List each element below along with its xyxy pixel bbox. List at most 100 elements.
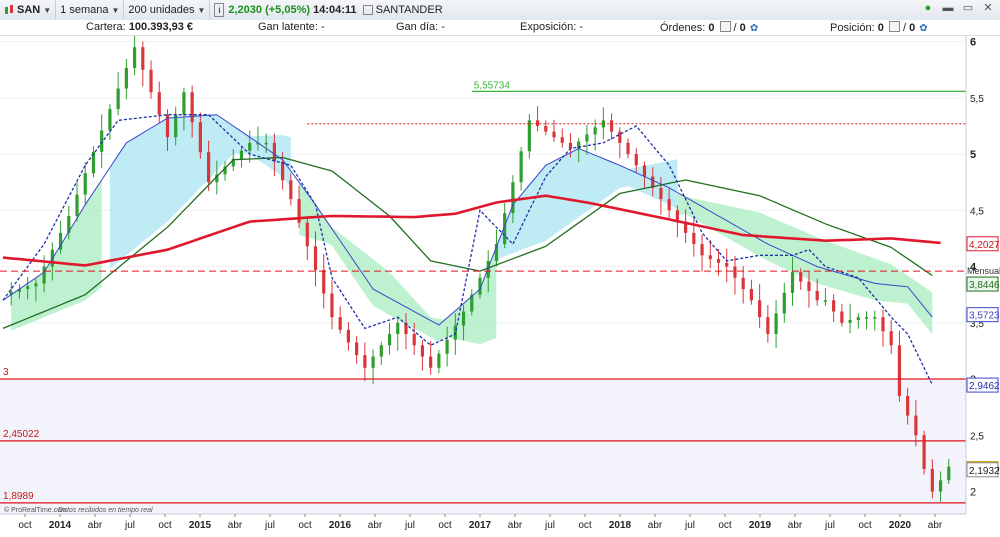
- gear-icon[interactable]: ✿: [750, 23, 758, 34]
- price-candle: [132, 47, 137, 68]
- cloud-area: [11, 180, 102, 331]
- info-icon[interactable]: i: [214, 3, 225, 17]
- restore-icon[interactable]: ▭: [962, 2, 974, 14]
- exposicion-label: Exposición:: [520, 21, 577, 33]
- gear-icon[interactable]: ✿: [919, 23, 927, 34]
- x-tick-label: abr: [88, 520, 103, 531]
- ordenes-value: 0: [708, 22, 715, 34]
- price-candle: [947, 466, 951, 481]
- gan-latente-info: Gan latente: -: [258, 21, 325, 33]
- price-candle: [881, 317, 885, 332]
- price-candle: [26, 286, 30, 290]
- price-candle: [848, 319, 852, 323]
- price-chart[interactable]: 5,5573432,450221,898965,554,543,532,524,…: [0, 34, 1000, 534]
- position-window-icon[interactable]: [888, 21, 900, 32]
- price-candle: [749, 289, 753, 301]
- minimize-icon[interactable]: ▬: [942, 2, 954, 14]
- price-candle: [264, 142, 268, 145]
- units-selector[interactable]: 200 unidades ▼: [124, 0, 211, 20]
- price-candle: [486, 260, 490, 278]
- ordenes-value-2: 0: [739, 22, 746, 34]
- price-candle: [938, 480, 943, 492]
- quote-display: i 2,2030 (+5,05%) 14:04:11 SANTANDER: [210, 0, 446, 20]
- price-candle: [889, 331, 893, 346]
- price-candle: [527, 120, 531, 152]
- price-candle: [396, 322, 400, 335]
- x-tick-label: abr: [648, 520, 663, 531]
- ma-dark-green-value: 3,8446: [969, 280, 1000, 291]
- posicion-value-2: 0: [909, 22, 916, 34]
- price-candle: [313, 246, 318, 270]
- x-tick-label: 2017: [469, 520, 492, 531]
- orders-window-icon[interactable]: [719, 21, 731, 32]
- price-candle: [248, 142, 252, 151]
- x-tick-label: abr: [928, 520, 943, 531]
- price-candle: [75, 194, 79, 216]
- x-tick-label: oct: [298, 520, 312, 531]
- chevron-down-icon: ▼: [197, 5, 206, 15]
- x-tick-label: abr: [508, 520, 523, 531]
- price-candle: [897, 345, 902, 396]
- price-candle: [461, 311, 466, 326]
- price-candle: [371, 356, 375, 368]
- level-1-9-line-label: 1,8989: [3, 491, 34, 502]
- x-tick-label: jul: [404, 520, 415, 531]
- x-tick-label: abr: [788, 520, 803, 531]
- x-tick-label: oct: [158, 520, 172, 531]
- y-tick-label: 6: [970, 37, 976, 49]
- price-candle: [626, 142, 630, 155]
- price-candle: [716, 259, 721, 263]
- price-candle: [157, 92, 161, 115]
- y-tick-label: 4,5: [970, 206, 984, 217]
- price-candle: [108, 109, 112, 131]
- price-candle: [429, 356, 433, 368]
- price-candle: [799, 272, 803, 282]
- price-candle: [363, 355, 367, 368]
- alert-icon[interactable]: ●: [922, 2, 934, 14]
- price-candle: [124, 67, 128, 89]
- period-label: 1 semana: [60, 4, 109, 16]
- price-candle: [437, 353, 441, 368]
- x-tick-label: 2016: [329, 520, 352, 531]
- y-tick-label: 5: [970, 149, 976, 161]
- price-candle: [239, 150, 244, 159]
- price-candle: [42, 266, 46, 284]
- price-candle: [387, 334, 392, 346]
- price-candle: [659, 187, 663, 200]
- price-candle: [281, 161, 285, 181]
- price-candle: [733, 266, 737, 278]
- price-candle: [815, 290, 819, 301]
- x-tick-label: jul: [544, 520, 555, 531]
- price-candle: [445, 339, 449, 354]
- gan-latente-label: Gan latente:: [258, 21, 318, 33]
- cloud-area: [496, 148, 678, 264]
- price-candle: [585, 134, 589, 142]
- quote-time: 14:04:11: [313, 4, 357, 16]
- units-label: 200 unidades: [128, 4, 195, 16]
- price-candle: [741, 277, 745, 290]
- price-candle: [790, 272, 795, 293]
- price-candle: [149, 69, 153, 93]
- price-candle: [856, 317, 860, 320]
- price-candle: [864, 317, 869, 319]
- gan-dia-info: Gan día: -: [396, 21, 445, 33]
- x-tick-label: oct: [718, 520, 732, 531]
- price-candle: [289, 180, 293, 200]
- symbol-selector[interactable]: SAN ▼: [0, 0, 57, 20]
- x-tick-label: jul: [824, 520, 835, 531]
- price-candle: [823, 300, 828, 302]
- cartera-value: 100.393,93 €: [128, 21, 194, 33]
- period-selector[interactable]: 1 semana ▼: [56, 0, 125, 20]
- price-candle: [190, 92, 194, 123]
- price-candle: [667, 199, 671, 211]
- close-icon[interactable]: ✕: [982, 2, 994, 14]
- price-candle: [305, 222, 309, 247]
- gan-dia-value: -: [441, 21, 445, 33]
- gan-latente-value: -: [321, 21, 325, 33]
- x-tick-label: 2015: [189, 520, 212, 531]
- price-candle: [346, 329, 351, 343]
- chart-canvas[interactable]: 5,5573432,450221,898965,554,543,532,524,…: [0, 34, 1000, 534]
- portfolio-infobar: Cartera: 100.393,93 € Gan latente: - Gan…: [0, 20, 1000, 36]
- x-tick-label: abr: [228, 520, 243, 531]
- price-candle: [322, 269, 326, 294]
